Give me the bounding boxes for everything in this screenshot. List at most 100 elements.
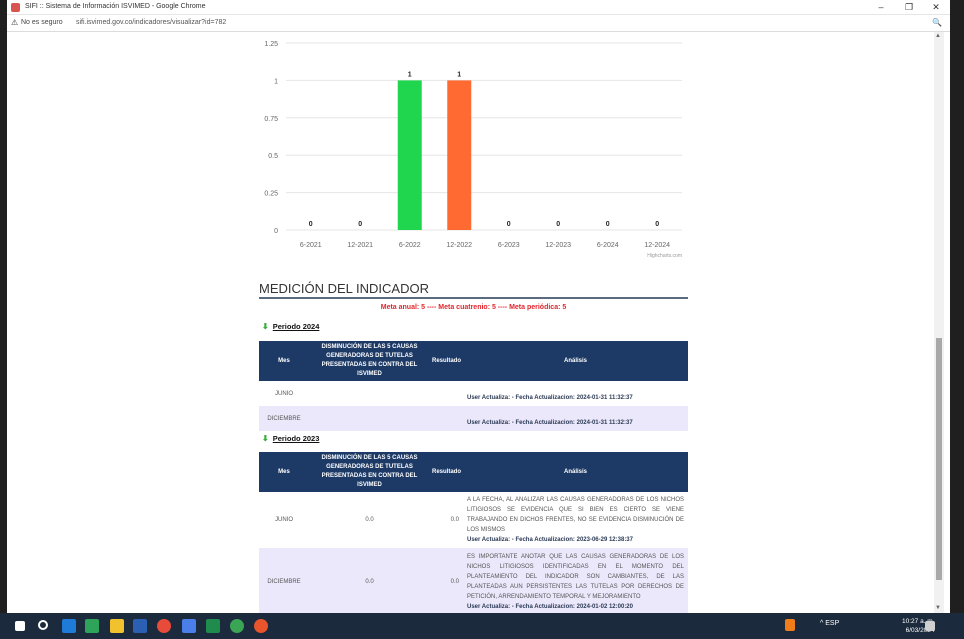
update-label: User Actualiza: - Fecha Actualizacion: bbox=[467, 604, 575, 610]
scroll-up-icon[interactable]: ▲ bbox=[935, 33, 941, 39]
excel-icon[interactable] bbox=[206, 619, 220, 633]
url-text[interactable]: sifi.isvimed.gov.co/indicadores/visualiz… bbox=[76, 19, 226, 26]
cell-resultado bbox=[430, 381, 463, 406]
data-label: 0 bbox=[606, 221, 610, 228]
window-title: SIFI :: Sistema de Información ISVIMED -… bbox=[25, 3, 206, 10]
app-icon[interactable] bbox=[182, 619, 196, 633]
zoom-icon[interactable]: 🔍 bbox=[932, 18, 942, 27]
x-tick-label: 6-2022 bbox=[399, 242, 421, 249]
warning-icon: ⚠ bbox=[11, 18, 19, 27]
analysis-text: ES IMPORTANTE ANOTAR QUE LAS CAUSAS GENE… bbox=[467, 554, 684, 600]
table-row: JUNIO User Actualiza: - Fecha Actualizac… bbox=[259, 381, 688, 406]
chrome-icon[interactable] bbox=[157, 619, 171, 633]
update-value: 2023-06-29 12:38:37 bbox=[576, 537, 633, 543]
x-tick-label: 12-2024 bbox=[644, 242, 670, 249]
table-row: DICIEMBRE User Actualiza: - Fecha Actual… bbox=[259, 406, 688, 431]
data-label: 1 bbox=[408, 71, 412, 78]
folder-icon[interactable] bbox=[110, 619, 124, 633]
cell-resultado: 0.0 bbox=[430, 548, 464, 616]
update-info: User Actualiza: - Fecha Actualizacion: 2… bbox=[467, 410, 684, 428]
update-value: 2024-01-31 11:32:37 bbox=[576, 419, 633, 426]
data-label: 0 bbox=[507, 221, 511, 228]
update-info: User Actualiza: - Fecha Actualizacion: 2… bbox=[467, 385, 684, 403]
close-button[interactable]: ✕ bbox=[924, 1, 948, 14]
word-icon[interactable] bbox=[133, 619, 147, 633]
minimize-button[interactable]: – bbox=[869, 1, 893, 14]
data-label: 1 bbox=[457, 71, 461, 78]
col-analisis: Análisis bbox=[463, 341, 688, 381]
cell-disminucion: 0.0 bbox=[365, 517, 374, 523]
search-icon[interactable] bbox=[38, 620, 48, 630]
y-tick-label: 0.75 bbox=[264, 116, 278, 123]
cell-disminucion: 0.0 bbox=[309, 548, 430, 616]
x-tick-label: 12-2021 bbox=[347, 242, 373, 249]
security-label[interactable]: No es seguro bbox=[21, 19, 63, 26]
chart-credit: Highcharts.com bbox=[647, 253, 682, 259]
period-2024-heading[interactable]: ⬇ Periodo 2024 bbox=[262, 322, 319, 331]
table-header-row: Mes DISMINUCIÓN DE LAS 5 CAUSAS GENERADO… bbox=[259, 341, 688, 381]
y-tick-label: 1 bbox=[274, 78, 278, 85]
cell-mes: JUNIO bbox=[275, 517, 293, 523]
period-label: Periodo 2023 bbox=[272, 434, 320, 443]
system-tray[interactable]: ^ ESP bbox=[820, 620, 839, 627]
update-label: User Actualiza: - Fecha Actualizacion: bbox=[467, 419, 575, 426]
update-info: User Actualiza: - Fecha Actualizacion: 2… bbox=[467, 535, 684, 545]
cell-resultado: 0.0 bbox=[450, 517, 460, 523]
period-2023-heading[interactable]: ⬇ Periodo 2023 bbox=[262, 434, 319, 443]
x-tick-label: 6-2024 bbox=[597, 242, 619, 249]
y-tick-label: 0.5 bbox=[268, 153, 278, 160]
bar-chart: 0 0.25 0.5 0.75 1 1.25 0 6-2021 0 12-2021 1 6-2022 1… bbox=[264, 41, 682, 259]
cell-mes: JUNIO bbox=[275, 390, 293, 397]
section-divider bbox=[259, 297, 688, 299]
col-resultado: Resultado bbox=[430, 341, 464, 381]
update-value: 2024-01-31 11:32:37 bbox=[576, 394, 633, 401]
scrollbar-thumb[interactable] bbox=[936, 338, 942, 580]
windows-start-icon[interactable] bbox=[15, 621, 25, 631]
col-mes: Mes bbox=[259, 452, 309, 492]
col-resultado: Resultado bbox=[430, 452, 464, 492]
window-frame-right bbox=[950, 0, 964, 639]
y-tick-label: 1.25 bbox=[264, 41, 278, 48]
cell-analisis: A LA FECHA, AL ANALIZAR LAS CAUSAS GENER… bbox=[463, 492, 688, 548]
x-tick-label: 6-2023 bbox=[498, 242, 520, 249]
maps-icon[interactable] bbox=[85, 619, 99, 633]
col-disminucion: DISMINUCIÓN DE LAS 5 CAUSAS GENERADORAS … bbox=[309, 341, 430, 381]
tray-app-icon[interactable] bbox=[785, 619, 795, 631]
section-title: MEDICIÓN DEL INDICADOR bbox=[259, 281, 429, 296]
chrome-alt-icon[interactable] bbox=[230, 619, 244, 633]
x-tick-label: 12-2022 bbox=[446, 242, 472, 249]
cell-analisis: ES IMPORTANTE ANOTAR QUE LAS CAUSAS GENE… bbox=[463, 548, 688, 616]
meta-line: Meta anual: 5 ---- Meta cuatrenio: 5 ---… bbox=[380, 304, 567, 311]
scroll-down-icon[interactable]: ▼ bbox=[935, 605, 941, 611]
x-tick-label: 12-2023 bbox=[545, 242, 571, 249]
col-analisis: Análisis bbox=[463, 452, 688, 492]
window-frame-left bbox=[0, 0, 7, 639]
firefox-icon[interactable] bbox=[254, 619, 268, 633]
data-label: 0 bbox=[556, 221, 560, 228]
update-label: User Actualiza: - Fecha Actualizacion: bbox=[467, 394, 575, 401]
update-label: User Actualiza: - Fecha Actualizacion: bbox=[467, 537, 575, 543]
table-row: DICIEMBRE 0.0 0.0 ES IMPORTANTE ANOTAR Q… bbox=[259, 548, 688, 616]
col-disminucion: DISMINUCIÓN DE LAS 5 CAUSAS GENERADORAS … bbox=[309, 452, 430, 492]
cell-mes: DICIEMBRE bbox=[259, 406, 309, 431]
data-label: 0 bbox=[655, 221, 659, 228]
maximize-button[interactable]: ❐ bbox=[897, 1, 921, 14]
period-2023-table: Mes DISMINUCIÓN DE LAS 5 CAUSAS GENERADO… bbox=[259, 452, 688, 616]
data-label: 0 bbox=[309, 221, 313, 228]
period-2024-table: Mes DISMINUCIÓN DE LAS 5 CAUSAS GENERADO… bbox=[259, 341, 688, 431]
cell-analisis: User Actualiza: - Fecha Actualizacion: 2… bbox=[463, 381, 688, 406]
table-row: JUNIO 0.0 0.0 A LA FECHA, AL ANALIZAR LA… bbox=[259, 492, 688, 548]
address-bar[interactable]: ⚠ No es seguro sifi.isvimed.gov.co/indic… bbox=[7, 15, 950, 32]
cell-resultado bbox=[430, 406, 464, 431]
taskbar: ^ ESP 10:27 a. m. 6/03/2024 bbox=[0, 613, 964, 639]
cell-analisis: User Actualiza: - Fecha Actualizacion: 2… bbox=[463, 406, 688, 431]
cell-disminucion bbox=[309, 381, 430, 406]
period-label: Periodo 2024 bbox=[272, 322, 320, 331]
update-info: User Actualiza: - Fecha Actualizacion: 2… bbox=[467, 602, 684, 612]
title-bar: SIFI :: Sistema de Información ISVIMED -… bbox=[7, 0, 950, 15]
notifications-icon[interactable] bbox=[925, 621, 935, 631]
y-tick-label: 0.25 bbox=[264, 191, 278, 198]
site-favicon-icon bbox=[11, 3, 20, 12]
cell-disminucion bbox=[309, 406, 430, 431]
outlook-icon[interactable] bbox=[62, 619, 76, 633]
